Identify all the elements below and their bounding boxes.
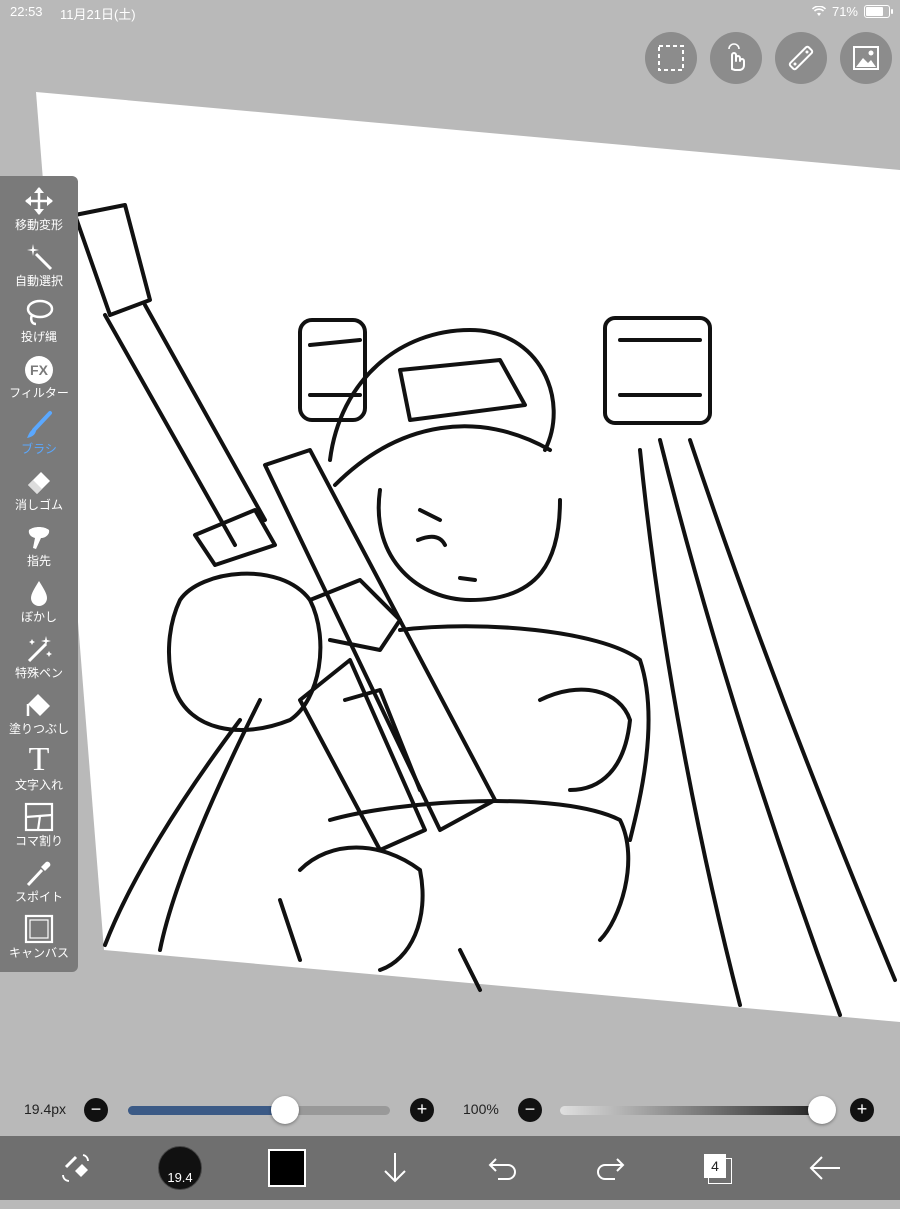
tool-blur[interactable]: ぼかし bbox=[0, 576, 78, 632]
tool-finger[interactable]: 指先 bbox=[0, 520, 78, 576]
tool-label: 消しゴム bbox=[14, 498, 63, 512]
tool-eyedropper[interactable]: スポイト bbox=[0, 856, 78, 912]
tool-special-pen[interactable]: 特殊ペン bbox=[0, 632, 78, 688]
arrow-down-icon bbox=[384, 1153, 406, 1183]
tool-label: 投げ縄 bbox=[20, 330, 57, 344]
brush-size-badge: 19.4 bbox=[158, 1146, 202, 1190]
undo-button[interactable] bbox=[478, 1136, 528, 1200]
drawing-canvas[interactable] bbox=[0, 0, 900, 1200]
undo-icon bbox=[488, 1158, 516, 1180]
fx-icon: FX bbox=[25, 356, 53, 384]
selection-button[interactable] bbox=[645, 32, 697, 84]
tool-label: 特殊ペン bbox=[14, 666, 63, 680]
tool-move-transform[interactable]: 移動変形 bbox=[0, 184, 78, 240]
touch-gesture-icon bbox=[728, 43, 745, 71]
arrow-left-icon bbox=[809, 1156, 840, 1180]
tool-filter[interactable]: FX フィルター bbox=[0, 352, 78, 408]
tool-frame-divide[interactable]: コマ割り bbox=[0, 800, 78, 856]
canvas-icon bbox=[24, 914, 54, 944]
opacity-plus-button[interactable]: + bbox=[850, 1098, 874, 1122]
tool-label: ブラシ bbox=[21, 442, 57, 456]
ruler-icon bbox=[788, 45, 814, 71]
tool-brush[interactable]: ブラシ bbox=[0, 408, 78, 464]
eyedropper-icon bbox=[26, 861, 51, 887]
brush-size-badge-button[interactable]: 19.4 bbox=[155, 1136, 205, 1200]
brush-icon bbox=[27, 411, 52, 438]
move-icon bbox=[25, 187, 53, 215]
tool-label: ぼかし bbox=[20, 610, 57, 624]
tool-label: 塗りつぶし bbox=[8, 722, 70, 736]
tool-label: 移動変形 bbox=[14, 218, 63, 232]
layers-icon: 4 bbox=[702, 1152, 732, 1184]
brush-size-minus-button[interactable]: − bbox=[84, 1098, 108, 1122]
bottom-toolbar: 19.4 4 bbox=[0, 1136, 900, 1200]
tool-label: 指先 bbox=[26, 554, 51, 568]
brush-size-slider-knob[interactable] bbox=[271, 1096, 300, 1124]
tool-label: スポイト bbox=[14, 890, 63, 904]
opacity-minus-button[interactable]: − bbox=[518, 1098, 542, 1122]
brush-size-plus-button[interactable]: + bbox=[410, 1098, 434, 1122]
tool-eraser[interactable]: 消しゴム bbox=[0, 464, 78, 520]
redo-icon bbox=[597, 1158, 625, 1180]
finger-icon bbox=[28, 527, 50, 549]
ruler-button[interactable] bbox=[775, 32, 827, 84]
tool-label: 自動選択 bbox=[14, 274, 63, 288]
brush-size-value: 19.4px bbox=[24, 1101, 67, 1117]
redo-button[interactable] bbox=[585, 1136, 635, 1200]
special-pen-icon bbox=[27, 636, 52, 663]
frame-divide-icon bbox=[24, 802, 54, 832]
tool-lasso[interactable]: 投げ縄 bbox=[0, 296, 78, 352]
opacity-slider[interactable] bbox=[560, 1106, 822, 1115]
opacity-slider-knob[interactable] bbox=[808, 1096, 836, 1124]
fill-icon bbox=[26, 694, 50, 716]
color-picker-button[interactable] bbox=[262, 1136, 312, 1200]
lasso-icon bbox=[26, 299, 54, 326]
swap-tool-button[interactable] bbox=[50, 1136, 100, 1200]
pen-eraser-swap-icon bbox=[62, 1154, 89, 1182]
tool-label: コマ割り bbox=[14, 834, 63, 848]
blur-drop-icon bbox=[31, 581, 47, 606]
layers-button[interactable]: 4 bbox=[692, 1136, 742, 1200]
slider-bar: 19.4px − + 100% − + bbox=[0, 1088, 900, 1134]
tool-auto-select[interactable]: 自動選択 bbox=[0, 240, 78, 296]
gallery-icon bbox=[853, 46, 879, 70]
current-color-swatch bbox=[268, 1149, 306, 1187]
eraser-icon bbox=[28, 472, 50, 494]
gallery-button[interactable] bbox=[840, 32, 892, 84]
back-button[interactable] bbox=[800, 1136, 850, 1200]
text-icon: T bbox=[28, 741, 50, 778]
download-button[interactable] bbox=[370, 1136, 420, 1200]
opacity-value: 100% bbox=[463, 1101, 499, 1117]
brush-size-slider[interactable] bbox=[128, 1106, 390, 1115]
magic-wand-icon bbox=[27, 244, 53, 271]
tool-label: 文字入れ bbox=[14, 778, 63, 792]
tool-fill[interactable]: 塗りつぶし bbox=[0, 688, 78, 744]
selection-icon bbox=[658, 45, 684, 71]
tool-text[interactable]: T 文字入れ bbox=[0, 741, 78, 800]
tool-label: フィルター bbox=[9, 386, 69, 400]
tool-palette: 移動変形 自動選択 投げ縄 FX フィルター ブラシ 消しゴム 指先 ぼかし 特… bbox=[0, 176, 78, 972]
tool-canvas[interactable]: キャンバス bbox=[0, 912, 78, 968]
layer-count: 4 bbox=[704, 1154, 726, 1178]
touch-gesture-button[interactable] bbox=[710, 32, 762, 84]
tool-label: キャンバス bbox=[8, 946, 69, 960]
